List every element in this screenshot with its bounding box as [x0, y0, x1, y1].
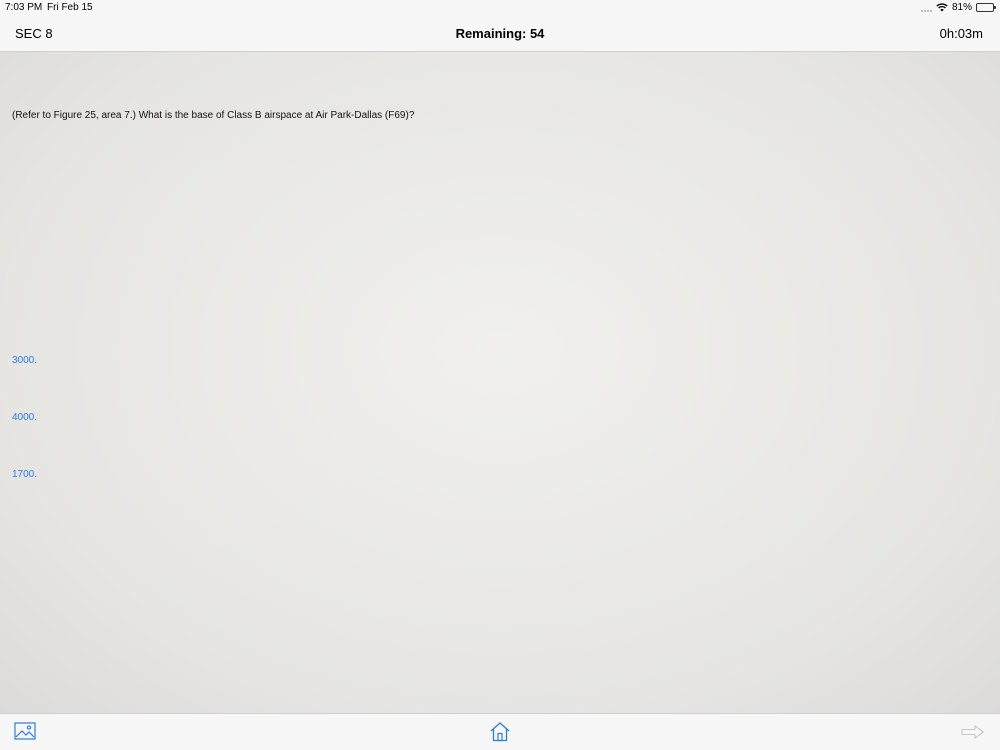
bottom-toolbar: [0, 713, 1000, 750]
navigation-bar: SEC 8 Remaining: 54 0h:03m: [0, 16, 1000, 52]
status-right: 81%: [920, 2, 996, 13]
battery-percent: 81%: [951, 2, 972, 13]
signal-icon: [920, 4, 932, 12]
question-area: (Refer to Figure 25, area 7.) What is th…: [0, 52, 1000, 713]
image-icon: [14, 722, 36, 740]
answer-option-3[interactable]: 1700.: [12, 469, 37, 480]
status-bar: 7:03 PM Fri Feb 15 81%: [0, 0, 1000, 16]
status-time: 7:03 PM: [5, 2, 43, 13]
question-text: (Refer to Figure 25, area 7.) What is th…: [12, 110, 415, 121]
answer-option-1[interactable]: 3000.: [12, 355, 37, 366]
home-button[interactable]: [489, 721, 511, 747]
elapsed-timer: 0h:03m: [939, 26, 983, 41]
status-date: Fri Feb 15: [47, 2, 93, 13]
wifi-icon: [936, 3, 948, 12]
arrow-right-icon: [961, 724, 985, 740]
remaining-count: Remaining: 54: [455, 26, 545, 41]
answer-option-2[interactable]: 4000.: [12, 412, 37, 423]
battery-icon: [976, 3, 996, 12]
home-icon: [490, 722, 510, 742]
next-button[interactable]: [961, 724, 985, 744]
figure-button[interactable]: [14, 722, 36, 745]
